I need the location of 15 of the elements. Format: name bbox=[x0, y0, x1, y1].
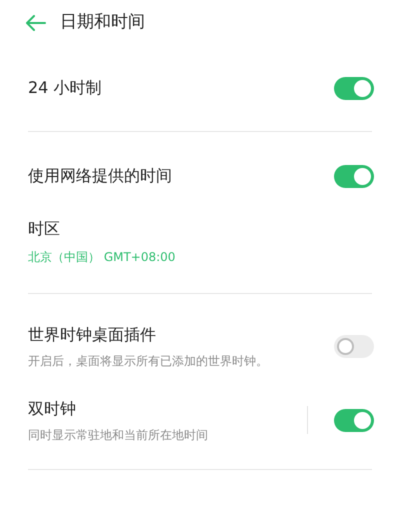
time-zone-item[interactable]: 时区 北京（中国） GMT+08:00 bbox=[0, 206, 400, 276]
back-icon[interactable] bbox=[26, 14, 46, 30]
toggle-switch[interactable] bbox=[334, 76, 374, 100]
toggle-switch[interactable] bbox=[334, 408, 374, 432]
toggle-switch[interactable] bbox=[334, 164, 374, 188]
setting-label: 世界时钟桌面插件 bbox=[28, 324, 157, 346]
toggle-switch[interactable] bbox=[334, 334, 374, 358]
setting-description: 同时显示常驻地和当前所在地时间 bbox=[28, 426, 209, 444]
setting-value: 北京（中国） GMT+08:00 bbox=[28, 248, 176, 266]
setting-label: 时区 bbox=[28, 218, 61, 240]
page-title: 日期和时间 bbox=[60, 10, 145, 34]
setting-description: 开启后，桌面将显示所有已添加的世界时钟。 bbox=[28, 352, 269, 370]
setting-label: 双时钟 bbox=[28, 398, 77, 420]
setting-label: 使用网络提供的时间 bbox=[28, 165, 173, 187]
setting-label: 24 小时制 bbox=[28, 77, 102, 99]
